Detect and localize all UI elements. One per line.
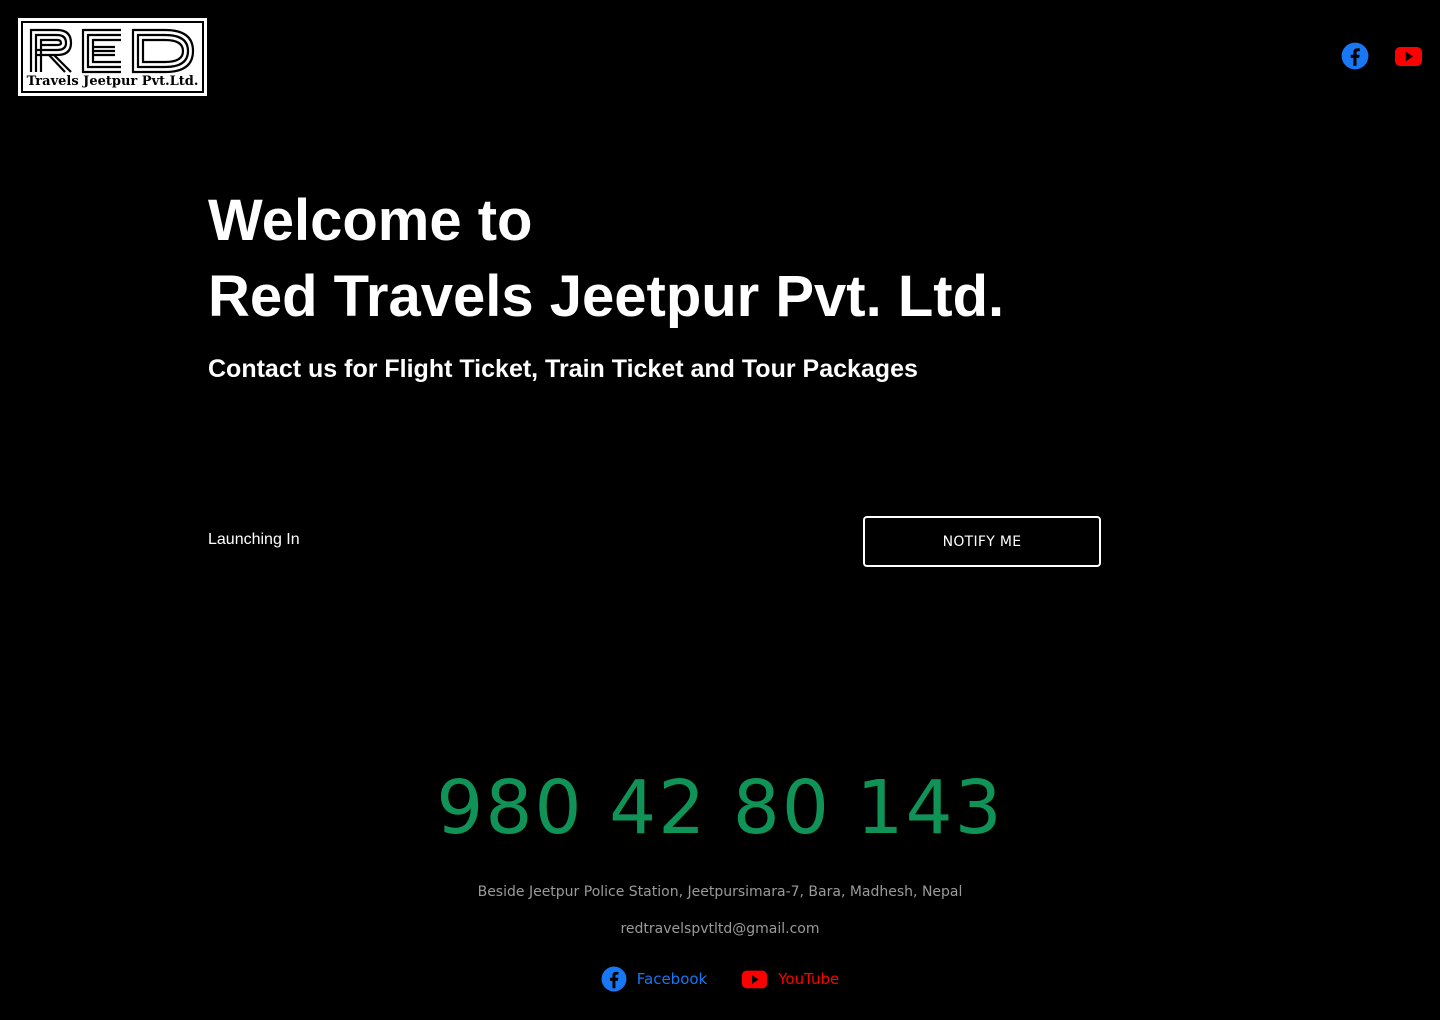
email-text: redtravelspvtltd@gmail.com <box>620 921 820 937</box>
address-text: Beside Jeetpur Police Station, Jeetpursi… <box>477 884 963 900</box>
logo-red-lettering <box>29 28 195 74</box>
youtube-icon <box>1395 47 1422 66</box>
footer-social-links: Facebook YouTube <box>0 966 1440 992</box>
header-youtube-link[interactable] <box>1394 42 1423 75</box>
header-facebook-link[interactable] <box>1341 42 1369 75</box>
welcome-heading: Welcome to Red Travels Jeetpur Pvt. Ltd. <box>208 183 1004 335</box>
logo-subtitle: Travels Jeetpur Pvt.Ltd. <box>26 74 199 89</box>
welcome-line-1: Welcome to <box>208 188 533 253</box>
footer-facebook-link[interactable]: Facebook <box>601 966 707 992</box>
notify-me-button[interactable]: NOTIFY ME <box>863 516 1101 567</box>
logo-frame: Travels Jeetpur Pvt.Ltd. <box>21 21 204 93</box>
facebook-icon <box>601 966 627 992</box>
facebook-icon <box>1341 42 1369 70</box>
site-logo[interactable]: Travels Jeetpur Pvt.Ltd. <box>18 18 207 96</box>
youtube-icon <box>742 970 768 989</box>
footer-youtube-label: YouTube <box>778 970 840 988</box>
phone-number: 980 42 80 143 <box>436 765 1004 851</box>
page: Travels Jeetpur Pvt.Ltd. Welcome to Red … <box>0 0 1440 1020</box>
footer-youtube-link[interactable]: YouTube <box>741 966 839 992</box>
launching-in-label: Launching In <box>208 531 300 548</box>
welcome-line-2: Red Travels Jeetpur Pvt. Ltd. <box>208 264 1005 329</box>
footer-facebook-label: Facebook <box>636 970 708 988</box>
tagline: Contact us for Flight Ticket, Train Tick… <box>208 355 918 383</box>
